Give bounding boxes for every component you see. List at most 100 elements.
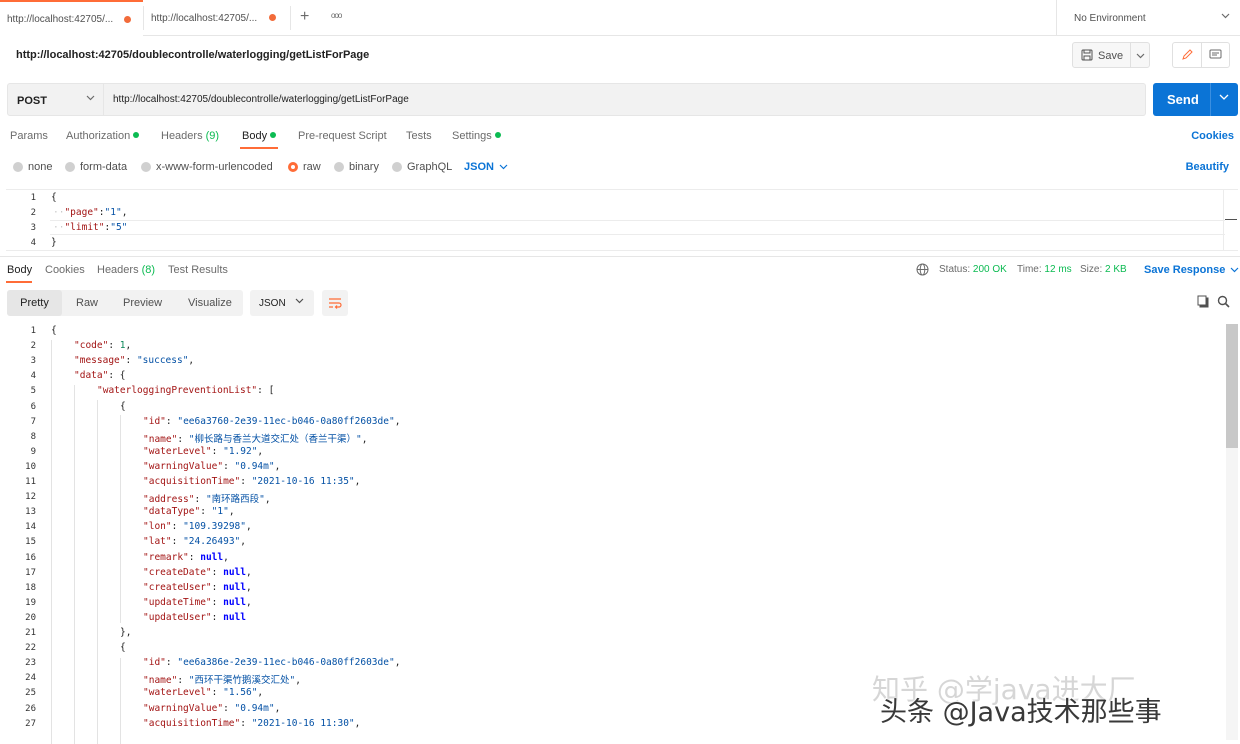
- response-format-selector[interactable]: JSON: [250, 290, 314, 316]
- tab-headers[interactable]: Headers (9): [161, 130, 219, 142]
- chevron-down-icon[interactable]: [1219, 94, 1229, 101]
- request-tab[interactable]: http://localhost:42705/...: [0, 0, 143, 36]
- json-key: "name": [143, 433, 178, 445]
- json-key: "address": [143, 494, 195, 506]
- radio-none[interactable]: none: [13, 161, 52, 173]
- line-number: 1: [30, 193, 36, 203]
- json-value: null: [200, 551, 224, 563]
- json-key: "name": [143, 675, 178, 687]
- json-key: "waterLevel": [143, 687, 212, 699]
- response-view-switcher: Pretty Raw Preview Visualize: [7, 290, 243, 316]
- code-line: "dataType": "1",: [143, 506, 235, 518]
- send-button[interactable]: Send: [1153, 83, 1238, 116]
- tab-authorization[interactable]: Authorization: [66, 130, 140, 142]
- body-format-selector[interactable]: JSON: [464, 161, 508, 173]
- cookies-link[interactable]: Cookies: [1191, 130, 1234, 142]
- view-pretty[interactable]: Pretty: [7, 290, 62, 316]
- save-response-button[interactable]: Save Response: [1144, 264, 1239, 276]
- code-line: "warningValue": "0.94m",: [143, 460, 281, 472]
- response-tab-body[interactable]: Body: [7, 264, 32, 276]
- line-number: 1: [30, 326, 36, 336]
- time-readout[interactable]: Time: 12 ms: [1017, 264, 1072, 275]
- tab-strip: http://localhost:42705/... http://localh…: [0, 0, 1240, 36]
- line-number: 6: [30, 401, 36, 412]
- json-value: "0.94m": [234, 702, 275, 714]
- line-number: 23: [25, 658, 36, 669]
- json-key: "dataType": [143, 506, 201, 518]
- method-selector[interactable]: POST: [7, 83, 104, 116]
- code-line: "lon": "109.39298",: [143, 521, 252, 533]
- pane-divider[interactable]: [0, 256, 1240, 257]
- comments-button[interactable]: [1202, 43, 1230, 67]
- save-divider: [1130, 43, 1131, 67]
- json-key: "id": [143, 657, 166, 669]
- beautify-link[interactable]: Beautify: [1186, 161, 1229, 173]
- edit-button[interactable]: [1173, 43, 1201, 67]
- line-number: 24: [25, 673, 36, 684]
- code-line: "updateTime": null,: [143, 596, 252, 608]
- url-input[interactable]: [104, 83, 1146, 116]
- tab-settings[interactable]: Settings: [452, 130, 501, 142]
- resize-handle[interactable]: [1225, 219, 1237, 220]
- code-line: "remark": null,: [143, 551, 229, 563]
- request-tab-label: http://localhost:42705/...: [7, 13, 114, 25]
- tab-params[interactable]: Params: [10, 130, 48, 142]
- radio-urlencoded[interactable]: x-www-form-urlencoded: [141, 161, 273, 173]
- json-value: "南环路西段": [205, 494, 265, 506]
- code-line: "acquisitionTime": "2021-10-16 11:30",: [143, 717, 361, 729]
- radio-form-data[interactable]: form-data: [65, 161, 127, 173]
- chevron-down-icon: [1230, 267, 1239, 273]
- radio-graphql[interactable]: GraphQL: [392, 161, 452, 173]
- response-tab-headers[interactable]: Headers (8): [97, 264, 155, 276]
- status-readout[interactable]: Status: 200 OK: [939, 264, 1007, 275]
- tab-body[interactable]: Body: [242, 130, 277, 142]
- size-readout[interactable]: Size: 2 KB: [1080, 264, 1127, 275]
- radio-binary[interactable]: binary: [334, 161, 379, 173]
- code-line: {: [120, 642, 126, 653]
- code-line: "updateUser": null: [143, 611, 246, 623]
- radio-circle: [13, 162, 23, 172]
- line-number: 16: [25, 552, 36, 563]
- request-tab[interactable]: http://localhost:42705/...: [144, 0, 290, 36]
- json-value: "1": [104, 207, 122, 218]
- code-line: "name": "柳长路与香兰大道交汇处（香兰干渠）",: [143, 433, 368, 445]
- indent-guide: [120, 415, 121, 623]
- line-number: 9: [30, 446, 36, 457]
- radio-raw[interactable]: raw: [288, 161, 321, 173]
- line-number: 4: [30, 371, 36, 382]
- code-line: },: [120, 627, 131, 638]
- line-number: 2: [30, 341, 36, 352]
- search-icon[interactable]: [1217, 295, 1230, 308]
- tab-prerequest-script[interactable]: Pre-request Script: [298, 130, 387, 142]
- tab-tests[interactable]: Tests: [406, 130, 432, 142]
- wrap-lines-button[interactable]: [322, 290, 348, 316]
- more-tabs-icon[interactable]: ooo: [331, 11, 342, 20]
- response-scrollbar-thumb[interactable]: [1226, 324, 1238, 448]
- line-number: 12: [25, 492, 36, 503]
- code-line: "address": "南环路西段",: [143, 494, 271, 506]
- radio-form-data-label: form-data: [80, 161, 128, 173]
- body-format-label: JSON: [464, 161, 494, 173]
- headers-count: (9): [205, 130, 220, 142]
- request-body-editor[interactable]: 1 2 3 4 { ··"page":"1", ··"limit":"5" }: [6, 189, 1238, 251]
- copy-icon[interactable]: [1197, 295, 1209, 308]
- environment-selector[interactable]: No Environment: [1056, 0, 1240, 36]
- response-tab-cookies[interactable]: Cookies: [45, 264, 85, 276]
- pencil-icon: [1182, 49, 1193, 60]
- view-visualize[interactable]: Visualize: [188, 290, 232, 316]
- chevron-down-icon[interactable]: [1136, 53, 1145, 59]
- send-divider: [1210, 83, 1211, 116]
- new-tab-plus-icon[interactable]: +: [300, 8, 309, 26]
- indent-guide: [97, 400, 98, 744]
- line-number: 13: [25, 507, 36, 518]
- save-button[interactable]: Save: [1072, 42, 1150, 68]
- radio-graphql-label: GraphQL: [407, 161, 453, 173]
- code-line: "name": "西环干渠竹鹅溪交汇处",: [143, 675, 301, 687]
- response-tab-test-results[interactable]: Test Results: [168, 264, 228, 276]
- json-value: "2021-10-16 11:30": [251, 717, 355, 729]
- view-preview[interactable]: Preview: [123, 290, 162, 316]
- globe-icon[interactable]: [916, 263, 929, 276]
- view-raw[interactable]: Raw: [76, 290, 98, 316]
- request-title[interactable]: http://localhost:42705/doublecontrolle/w…: [16, 49, 369, 61]
- editor-scrollbar[interactable]: [1223, 190, 1224, 250]
